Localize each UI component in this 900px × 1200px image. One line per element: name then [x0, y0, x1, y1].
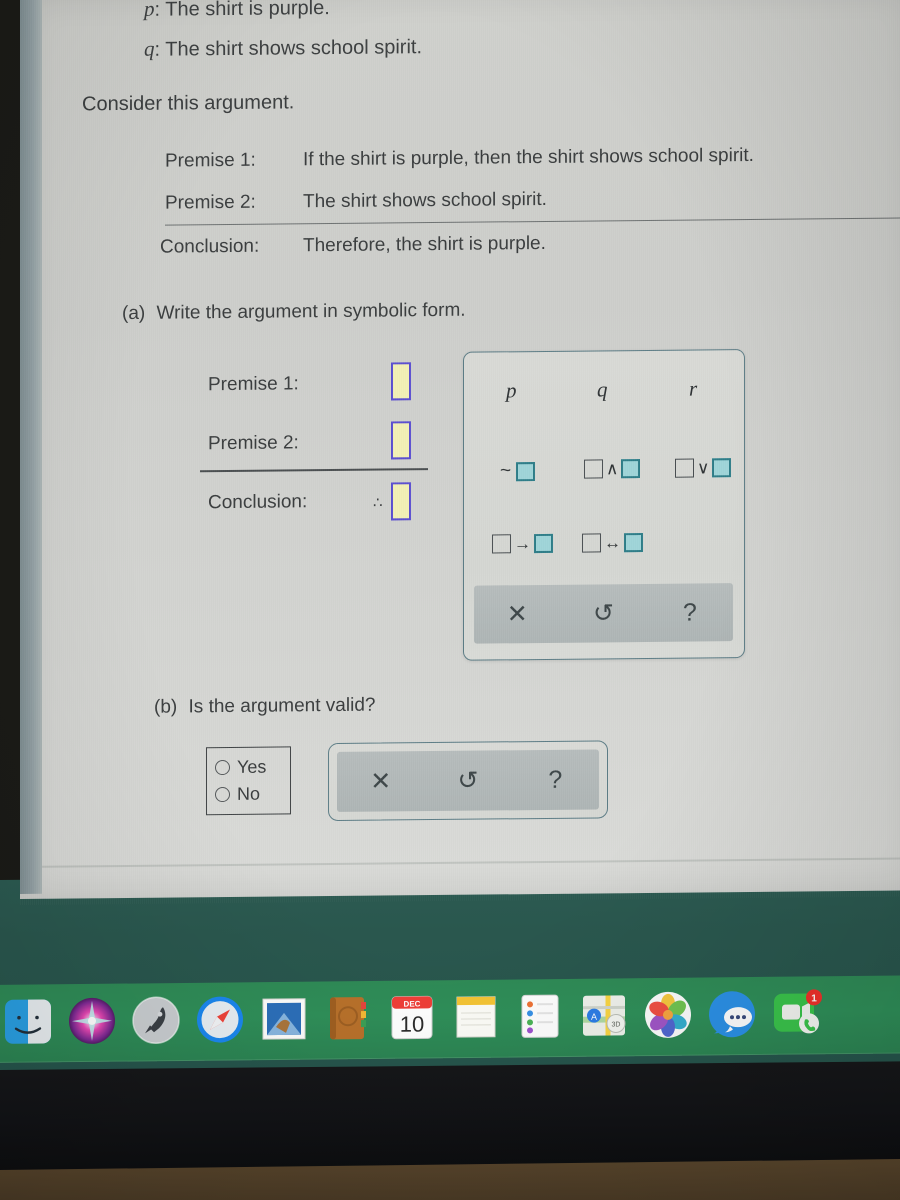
facetime-badge-count: 1: [811, 993, 817, 1004]
part-a-prompt: Write the argument in symbolic form.: [156, 299, 466, 324]
part-b-prompt: Is the argument valid?: [188, 694, 376, 718]
and-symbol: ∧: [606, 459, 619, 479]
palette-var-p[interactable]: p: [506, 378, 517, 403]
premise-2-text: The shirt shows school spirit.: [303, 188, 547, 213]
part-b-heading: (b) Is the argument valid?: [154, 695, 375, 719]
palette-clear-button[interactable]: ✕: [474, 600, 560, 628]
messages-icon[interactable]: [706, 988, 758, 1041]
conclusion-row-label: Conclusion:: [160, 236, 259, 259]
tilde-symbol: ~: [500, 460, 512, 482]
palette-op-conjunction[interactable]: ∧: [584, 459, 641, 479]
yes-no-choice-group[interactable]: Yes No: [206, 746, 291, 816]
laptop-screen-photo: DEC 10 A 3D 1 p: The shirt is purple. q:…: [0, 0, 900, 1200]
calendar-icon[interactable]: DEC 10: [386, 991, 438, 1044]
placeholder-box-open: [584, 459, 603, 479]
placeholder-box-filled: [624, 533, 643, 553]
radio-option-no[interactable]: No: [215, 784, 260, 805]
or-symbol: ∨: [697, 458, 710, 478]
facetime-icon[interactable]: 1: [770, 987, 822, 1040]
premise-2-label: Premise 2:: [165, 191, 256, 214]
safari-icon[interactable]: [194, 993, 246, 1046]
consider-heading: Consider this argument.: [82, 91, 295, 116]
symbolic-divider: [200, 468, 428, 472]
part-b-undo-button[interactable]: ↺: [424, 766, 511, 794]
part-a-heading: (a) Write the argument in symbolic form.: [122, 300, 466, 325]
part-b-clear-button[interactable]: ✕: [337, 767, 424, 795]
palette-op-conditional[interactable]: →: [492, 533, 553, 554]
placeholder-box-filled: [534, 533, 553, 554]
placeholder-box-filled: [712, 458, 732, 478]
notes-icon[interactable]: [450, 991, 502, 1044]
photos-icon[interactable]: [642, 989, 694, 1042]
argument-divider: [165, 217, 900, 226]
premise-1-label: Premise 1:: [165, 149, 256, 172]
launchpad-icon[interactable]: [130, 994, 182, 1047]
part-b-help-button[interactable]: ?: [512, 765, 599, 793]
browser-page: p: The shirt is purple. q: The shirt sho…: [20, 0, 900, 900]
part-b-toolbar[interactable]: ✕ ↺ ?: [328, 740, 608, 822]
definition-p-text: : The shirt is purple.: [154, 0, 330, 21]
definition-p-var: p: [144, 0, 155, 21]
definition-q-text: : The shirt shows school spirit.: [154, 36, 423, 61]
premise-1-row-label: Premise 1:: [165, 150, 256, 173]
calendar-day-text: 10: [400, 1011, 424, 1036]
palette-var-q[interactable]: q: [597, 377, 608, 402]
definition-p: p: The shirt is purple.: [144, 0, 330, 22]
svg-text:3D: 3D: [612, 1021, 621, 1028]
placeholder-box-open: [582, 533, 601, 553]
math-symbol-palette[interactable]: p q r ~ ∧ ∨ → ↔ ✕ ↺ ?: [463, 349, 745, 661]
double-arrow-symbol: ↔: [604, 533, 621, 553]
premise-1-text: If the shirt is purple, then the shirt s…: [303, 144, 754, 171]
reminders-icon[interactable]: [514, 990, 566, 1043]
premise-2-row-label: Premise 2:: [165, 192, 256, 215]
radio-label-yes: Yes: [237, 756, 267, 777]
therefore-symbol: ∴: [373, 494, 383, 512]
definition-q: q: The shirt shows school spirit.: [144, 34, 422, 62]
palette-toolbar[interactable]: ✕ ↺ ?: [474, 583, 733, 644]
symbolic-conclusion-input[interactable]: [391, 482, 411, 521]
radio-label-no: No: [237, 783, 261, 804]
symbolic-premise-2-label: Premise 2:: [208, 432, 299, 455]
palette-op-negation[interactable]: ~: [500, 460, 536, 482]
part-a-label: (a): [122, 302, 146, 325]
conclusion-text: Therefore, the shirt is purple.: [303, 232, 546, 257]
placeholder-box-open: [492, 534, 511, 554]
siri-icon[interactable]: [66, 995, 118, 1048]
placeholder-box-filled: [516, 461, 536, 481]
symbolic-premise-1-input[interactable]: [391, 362, 411, 401]
contacts-icon[interactable]: [322, 992, 374, 1045]
conclusion-label: Conclusion:: [160, 235, 260, 258]
radio-circle-icon[interactable]: [215, 759, 230, 776]
symbolic-premise-2-input[interactable]: [391, 421, 411, 460]
symbolic-premise-1-label: Premise 1:: [208, 373, 299, 396]
calendar-month-text: DEC: [404, 999, 421, 1008]
palette-op-biconditional[interactable]: ↔: [582, 533, 643, 553]
problem-content: p: The shirt is purple. q: The shirt sho…: [20, 0, 900, 899]
mail-icon[interactable]: [258, 993, 310, 1046]
radio-option-yes[interactable]: Yes: [215, 757, 266, 778]
part-b-label: (b): [154, 696, 178, 718]
radio-circle-icon[interactable]: [215, 786, 230, 803]
palette-undo-button[interactable]: ↺: [560, 599, 646, 627]
symbolic-conclusion-label: Conclusion:: [208, 491, 308, 514]
palette-op-disjunction[interactable]: ∨: [675, 458, 732, 478]
svg-text:A: A: [591, 1012, 597, 1022]
palette-var-r[interactable]: r: [689, 376, 697, 401]
definition-q-var: q: [144, 36, 155, 61]
maps-icon[interactable]: A 3D: [578, 989, 630, 1042]
palette-help-button[interactable]: ?: [647, 598, 733, 626]
placeholder-box-open: [675, 458, 694, 478]
finder-icon[interactable]: [2, 995, 54, 1048]
arrow-symbol: →: [514, 534, 531, 554]
placeholder-box-filled: [621, 459, 641, 479]
macos-dock[interactable]: DEC 10 A 3D 1: [0, 975, 900, 1063]
